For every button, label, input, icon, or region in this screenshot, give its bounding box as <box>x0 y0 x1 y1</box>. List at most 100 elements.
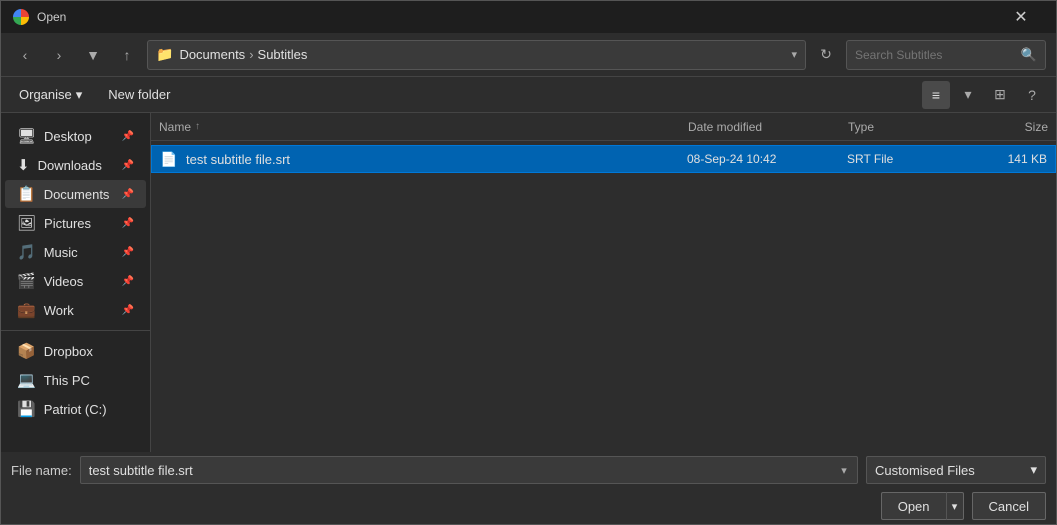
file-type-select[interactable]: Customised Files ▾ <box>866 456 1046 484</box>
file-type-value: Customised Files <box>875 463 975 478</box>
sidebar-item-pictures[interactable]: 🖼 Pictures 📌 <box>5 209 146 237</box>
bottom-rows: File name: ▾ Customised Files ▾ Open ▾ C… <box>1 452 1056 524</box>
sidebar-item-desktop[interactable]: 🖥 Desktop 📌 <box>5 122 146 150</box>
table-row[interactable]: 📄 test subtitle file.srt 08-Sep-24 10:42… <box>151 145 1056 173</box>
sidebar-item-music[interactable]: 🎵 Music 📌 <box>5 238 146 266</box>
breadcrumb-sep-1: › <box>249 47 253 62</box>
documents-icon: 📋 <box>17 185 36 203</box>
sidebar-item-downloads[interactable]: ⬇ Downloads 📌 <box>5 151 146 179</box>
file-name-label: File name: <box>11 463 72 478</box>
sidebar-divider-1 <box>1 330 150 331</box>
file-type-dropdown-arrow: ▾ <box>1030 462 1037 478</box>
sidebar: 🖥 Desktop 📌 ⬇ Downloads 📌 📋 Documents 📌 … <box>1 113 151 452</box>
col-date-header[interactable]: Date modified <box>688 120 848 134</box>
sidebar-item-label-dropbox: Dropbox <box>44 344 93 359</box>
sidebar-item-label-documents: Documents <box>44 187 110 202</box>
pictures-icon: 🖼 <box>17 214 36 232</box>
address-dropdown-arrow[interactable]: ▾ <box>791 48 797 61</box>
back-button[interactable]: ‹ <box>11 41 39 69</box>
view-tiles-button[interactable]: ⊞ <box>986 81 1014 109</box>
title-bar-left: Open <box>13 9 66 25</box>
sidebar-item-thispc[interactable]: 💻 This PC <box>5 366 146 394</box>
help-button[interactable]: ? <box>1018 81 1046 109</box>
address-folder-icon: 📁 <box>156 46 173 63</box>
pin-icon-videos: 📌 <box>122 276 134 287</box>
col-type-header[interactable]: Type <box>848 120 968 134</box>
file-icon: 📄 <box>160 151 180 168</box>
sidebar-item-dropbox[interactable]: 📦 Dropbox <box>5 337 146 365</box>
main-area: 🖥 Desktop 📌 ⬇ Downloads 📌 📋 Documents 📌 … <box>1 113 1056 452</box>
pin-icon-work: 📌 <box>122 305 134 316</box>
sort-arrow: ↑ <box>195 121 200 132</box>
cancel-button[interactable]: Cancel <box>972 492 1046 520</box>
breadcrumb: Documents › Subtitles <box>179 47 785 62</box>
sidebar-item-videos[interactable]: 🎬 Videos 📌 <box>5 267 146 295</box>
downloads-icon: ⬇ <box>17 156 30 174</box>
col-date-label: Date modified <box>688 120 762 134</box>
pin-icon-pictures: 📌 <box>122 218 134 229</box>
sidebar-item-label-videos: Videos <box>44 274 84 289</box>
view-buttons: ≡ ▾ ⊞ ? <box>922 81 1046 109</box>
open-dialog: Open ✕ ‹ › ▼ ↑ 📁 Documents › Subtitles ▾… <box>0 0 1057 525</box>
address-bar[interactable]: 📁 Documents › Subtitles ▾ <box>147 40 806 70</box>
sidebar-item-documents[interactable]: 📋 Documents 📌 <box>5 180 146 208</box>
new-folder-label: New folder <box>108 87 170 102</box>
organise-button[interactable]: Organise ▾ <box>11 83 90 107</box>
action-bar: Organise ▾ New folder ≡ ▾ ⊞ ? <box>1 77 1056 113</box>
sidebar-item-label-downloads: Downloads <box>38 158 102 173</box>
file-list-body: 📄 test subtitle file.srt 08-Sep-24 10:42… <box>151 141 1056 452</box>
title-bar: Open ✕ <box>1 1 1056 33</box>
new-folder-button[interactable]: New folder <box>100 83 178 106</box>
up-button[interactable]: ↑ <box>113 41 141 69</box>
organise-label: Organise <box>19 87 72 102</box>
pin-icon-desktop: 📌 <box>122 131 134 142</box>
col-name-header[interactable]: Name ↑ <box>159 120 688 134</box>
sidebar-item-label-work: Work <box>44 303 74 318</box>
sidebar-item-label-pictures: Pictures <box>44 216 91 231</box>
open-button[interactable]: Open <box>881 492 946 520</box>
view-dropdown-button[interactable]: ▾ <box>954 81 982 109</box>
breadcrumb-subtitles: Subtitles <box>258 47 308 62</box>
open-dropdown-button[interactable]: ▾ <box>946 492 964 520</box>
file-name: test subtitle file.srt <box>186 152 687 167</box>
close-button[interactable]: ✕ <box>998 1 1044 33</box>
sidebar-item-label-music: Music <box>44 245 78 260</box>
pin-icon-downloads: 📌 <box>122 160 134 171</box>
file-date: 08-Sep-24 10:42 <box>687 152 847 166</box>
search-box[interactable]: 🔍 <box>846 40 1046 70</box>
refresh-button[interactable]: ↻ <box>812 41 840 69</box>
sidebar-item-label-desktop: Desktop <box>44 129 92 144</box>
file-name-input[interactable] <box>80 456 858 484</box>
bottom-row-filename: File name: ▾ Customised Files ▾ <box>1 452 1056 488</box>
breadcrumb-documents: Documents <box>179 47 245 62</box>
sidebar-item-work[interactable]: 💼 Work 📌 <box>5 296 146 324</box>
forward-button[interactable]: › <box>45 41 73 69</box>
search-icon: 🔍 <box>1021 47 1037 63</box>
organise-arrow: ▾ <box>76 87 83 103</box>
pin-icon-music: 📌 <box>122 247 134 258</box>
view-details-button[interactable]: ≡ <box>922 81 950 109</box>
open-button-group: Open ▾ <box>881 492 964 520</box>
dialog-title: Open <box>37 10 66 24</box>
toolbar: ‹ › ▼ ↑ 📁 Documents › Subtitles ▾ ↻ 🔍 <box>1 33 1056 77</box>
sidebar-item-label-thispc: This PC <box>44 373 90 388</box>
bottom-row-actions: Open ▾ Cancel <box>1 488 1056 524</box>
sidebar-item-label-patriotc: Patriot (C:) <box>44 402 107 417</box>
work-icon: 💼 <box>17 301 36 319</box>
chrome-icon <box>13 9 29 25</box>
file-list-header: Name ↑ Date modified Type Size <box>151 113 1056 141</box>
col-name-label: Name <box>159 120 191 134</box>
col-size-label: Size <box>1025 120 1048 134</box>
videos-icon: 🎬 <box>17 272 36 290</box>
thispc-icon: 💻 <box>17 371 36 389</box>
search-input[interactable] <box>855 48 1015 62</box>
col-size-header[interactable]: Size <box>968 120 1048 134</box>
file-name-input-wrap: ▾ <box>80 456 858 484</box>
col-type-label: Type <box>848 120 874 134</box>
recent-button[interactable]: ▼ <box>79 41 107 69</box>
sidebar-item-patriotc[interactable]: 💾 Patriot (C:) <box>5 395 146 423</box>
music-icon: 🎵 <box>17 243 36 261</box>
file-area: Name ↑ Date modified Type Size 📄 test su… <box>151 113 1056 452</box>
filename-dropdown-arrow[interactable]: ▾ <box>830 456 858 484</box>
desktop-icon: 🖥 <box>17 127 36 145</box>
